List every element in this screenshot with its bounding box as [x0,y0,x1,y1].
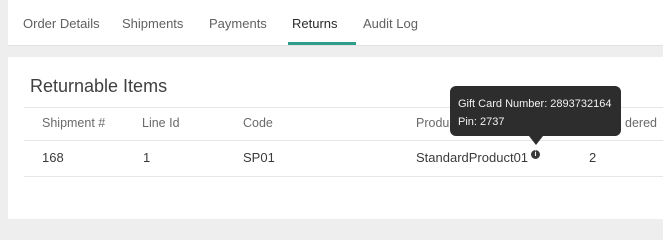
gift-card-tooltip: Gift Card Number: 2893732164 Pin: 2737 [450,86,621,136]
cell-product: StandardProduct01 [416,150,529,165]
section-title: Returnable Items [30,76,168,96]
tab-audit-log[interactable]: Audit Log [363,16,418,31]
active-tab-indicator [288,42,356,45]
header-line-id: Line Id [142,116,180,130]
header-shipment: Shipment # [42,116,106,130]
header-divider [24,140,663,141]
header-product: Produ [416,116,450,130]
cell-line-id: 1 [143,150,151,165]
tab-shipments[interactable]: Shipments [122,16,183,31]
tab-returns[interactable]: Returns [292,16,338,31]
tooltip-arrow [529,136,543,145]
tab-payments[interactable]: Payments [209,16,267,31]
cell-shipment: 168 [42,150,64,165]
row-divider [24,176,663,177]
cell-ordered: 2 [589,150,597,165]
cell-code: SP01 [243,150,275,165]
header-code: Code [243,116,273,130]
tooltip-gift-card-number: Gift Card Number: 2893732164 [458,98,612,110]
info-icon[interactable]: i [531,150,540,159]
returns-card: Returnable Items Shipment # Line Id Code… [8,57,663,219]
tab-bar: Order Details Shipments Payments Returns… [8,0,663,46]
tab-order-details[interactable]: Order Details [23,16,100,31]
tooltip-pin: Pin: 2737 [458,116,505,128]
header-ordered: dered [625,116,657,130]
